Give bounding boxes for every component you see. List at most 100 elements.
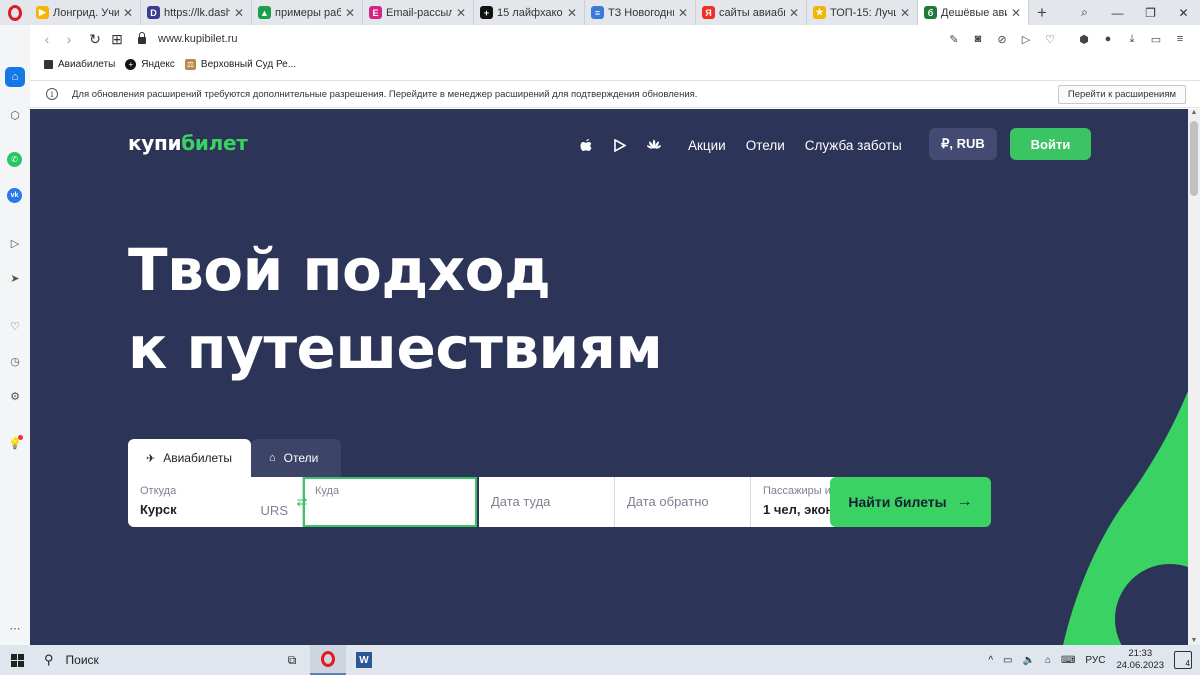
origin-field[interactable]: Откуда Курск URS ⇄ [128, 477, 307, 527]
tab-close-icon[interactable]: ✕ [1010, 6, 1022, 20]
downloads-icon[interactable]: ⤓ [1124, 28, 1140, 50]
browser-tab[interactable]: E Email-рассылки:✕ [363, 0, 474, 25]
menu-icon[interactable]: ≡ [1172, 28, 1188, 50]
departure-date-field[interactable]: Дата туда [479, 477, 615, 527]
browser-tab[interactable]: ▶ Лонгрид. Учимс✕ [30, 0, 141, 25]
tab-hotels[interactable]: ⌂ Отели [251, 439, 341, 477]
browser-tab-strip: ▶Лонгрид. Учимс✕Dhttps://lk.dashar✕▲прим… [0, 0, 1200, 25]
browser-tab[interactable]: ★ ТОП-15: Лучши✕ [807, 0, 918, 25]
tab-close-icon[interactable]: ✕ [677, 6, 689, 20]
task-view-icon[interactable]: ⧉ [274, 645, 310, 675]
search-icon: ⚲ [44, 652, 54, 667]
maximize-button[interactable]: ❐ [1134, 0, 1167, 25]
shield-icon[interactable]: ⊘ [994, 28, 1010, 50]
browser-tab[interactable]: ≡ ТЗ Новогодние✕ [585, 0, 696, 25]
bookmark-item[interactable]: ⚖ Верховный Суд Ре... [184, 58, 296, 70]
address-bar-actions: ✎ ◙ ⊘ ▷ ♡ ⬢ ● ⤓ ▭ ≡ [946, 28, 1188, 50]
tab-close-icon[interactable]: ✕ [566, 6, 578, 20]
close-window-button[interactable]: ✕ [1167, 0, 1200, 25]
tab-favicon-icon: Я [702, 6, 715, 19]
nav-promotions[interactable]: Акции [688, 138, 726, 153]
huawei-icon[interactable] [646, 137, 662, 153]
send-to-icon[interactable]: ▷ [1018, 28, 1034, 50]
home-icon[interactable]: ⌂ [5, 67, 25, 87]
browser-tab[interactable]: б Дешёвые авиаб✕ [918, 0, 1029, 25]
edit-icon[interactable]: ✎ [946, 28, 962, 50]
tab-close-icon[interactable]: ✕ [344, 6, 356, 20]
taskbar-word[interactable]: W [346, 645, 382, 675]
bookmark-item[interactable]: + Яндекс [125, 58, 175, 70]
taskbar-search[interactable]: ⚲ Поиск [34, 645, 274, 675]
scroll-thumb[interactable] [1190, 121, 1198, 196]
browser-tab[interactable]: +15 лайфхаков п✕ [474, 0, 585, 25]
start-button[interactable] [0, 645, 34, 675]
url-field[interactable]: www.kupibilet.ru [138, 32, 237, 45]
reload-icon[interactable]: ↻ [84, 28, 106, 50]
nav-support[interactable]: Служба заботы [805, 138, 902, 153]
browser-tab[interactable]: ▲ примеры работ✕ [252, 0, 363, 25]
opera-menu-button[interactable] [0, 0, 30, 25]
lock-icon [138, 32, 146, 44]
keyboard-icon[interactable]: ⌨ [1061, 655, 1075, 666]
destination-field[interactable]: Куда [303, 477, 477, 527]
clock[interactable]: 21:33 24.06.2023 [1116, 648, 1164, 672]
browser-tab[interactable]: Ясайты авиабиле✕ [696, 0, 807, 25]
page-scrollbar[interactable]: ▲ ▼ [1188, 109, 1200, 645]
currency-button[interactable]: ₽, RUB [929, 128, 997, 160]
minimize-button[interactable]: — [1101, 0, 1134, 25]
battery-icon[interactable]: ▭ [1003, 655, 1012, 666]
bookmark-item[interactable]: Авиабилеты [44, 59, 115, 70]
tab-title: ТЗ Новогодние [608, 6, 674, 19]
taskbar-opera[interactable] [310, 645, 346, 675]
nav-hotels[interactable]: Отели [746, 138, 785, 153]
history-icon[interactable]: ◷ [5, 351, 25, 371]
bookmark-heart-icon[interactable]: ♡ [1042, 28, 1058, 50]
speed-dial-icon[interactable]: ⊞ [106, 28, 128, 50]
forward-icon[interactable]: › [58, 28, 80, 50]
tab-close-icon[interactable]: ✕ [788, 6, 800, 20]
tab-close-icon[interactable]: ✕ [122, 6, 134, 20]
more-icon[interactable]: ⋯ [5, 618, 25, 638]
vk-icon[interactable]: vk [7, 188, 22, 203]
google-play-icon[interactable] [612, 137, 628, 153]
taskbar-search-label: Поиск [65, 653, 99, 667]
swap-icon[interactable]: ⇄ [293, 494, 311, 510]
profile-icon[interactable]: ● [1100, 28, 1116, 50]
new-tab-button[interactable]: + [1029, 0, 1055, 25]
extensions-icon[interactable]: ⬢ [1076, 28, 1092, 50]
back-icon[interactable]: ‹ [36, 28, 58, 50]
apple-icon[interactable] [578, 137, 594, 153]
tab-close-icon[interactable]: ✕ [899, 6, 911, 20]
tab-close-icon[interactable]: ✕ [455, 6, 467, 20]
chevron-up-icon[interactable]: ^ [988, 655, 993, 666]
player-icon[interactable]: ▷ [5, 233, 25, 253]
scroll-down-icon[interactable]: ▼ [1190, 637, 1198, 645]
return-date-field[interactable]: Дата обратно [615, 477, 751, 527]
browser-tab[interactable]: Dhttps://lk.dashar✕ [141, 0, 252, 25]
hero-line-2: к путешествиям [128, 314, 663, 382]
tab-title: Email-рассылки: [386, 6, 452, 19]
tab-title: примеры работ [275, 6, 341, 19]
tips-icon[interactable]: 💡 [5, 433, 25, 453]
go-to-extensions-button[interactable]: Перейти к расширениям [1057, 85, 1186, 104]
settings-icon[interactable]: ⚙ [5, 386, 25, 406]
tab-favicon-icon: ★ [813, 6, 826, 19]
scroll-up-icon[interactable]: ▲ [1190, 109, 1198, 117]
login-button[interactable]: Войти [1010, 128, 1091, 160]
heart-icon[interactable]: ♡ [5, 316, 25, 336]
find-tickets-button[interactable]: Найти билеты → [830, 477, 991, 527]
tab-flights[interactable]: ✈ Авиабилеты [128, 439, 251, 477]
tab-search-icon[interactable]: ⌕ [1068, 0, 1101, 25]
camera-icon[interactable]: ◙ [970, 28, 986, 50]
site-logo[interactable]: купибилет [128, 131, 248, 155]
whatsapp-icon[interactable]: ✆ [7, 152, 22, 167]
battery-saver-icon[interactable]: ▭ [1148, 28, 1164, 50]
pinboard-icon[interactable]: ⬡ [5, 105, 25, 125]
volume-icon[interactable]: 🔈 [1022, 655, 1034, 666]
notification-center-icon[interactable]: 4 [1174, 651, 1192, 669]
tab-close-icon[interactable]: ✕ [233, 6, 245, 20]
language-indicator[interactable]: РУС [1085, 655, 1105, 666]
send-icon[interactable]: ➤ [5, 268, 25, 288]
return-date-placeholder: Дата обратно [627, 494, 709, 509]
network-icon[interactable]: ⌂ [1045, 655, 1051, 666]
